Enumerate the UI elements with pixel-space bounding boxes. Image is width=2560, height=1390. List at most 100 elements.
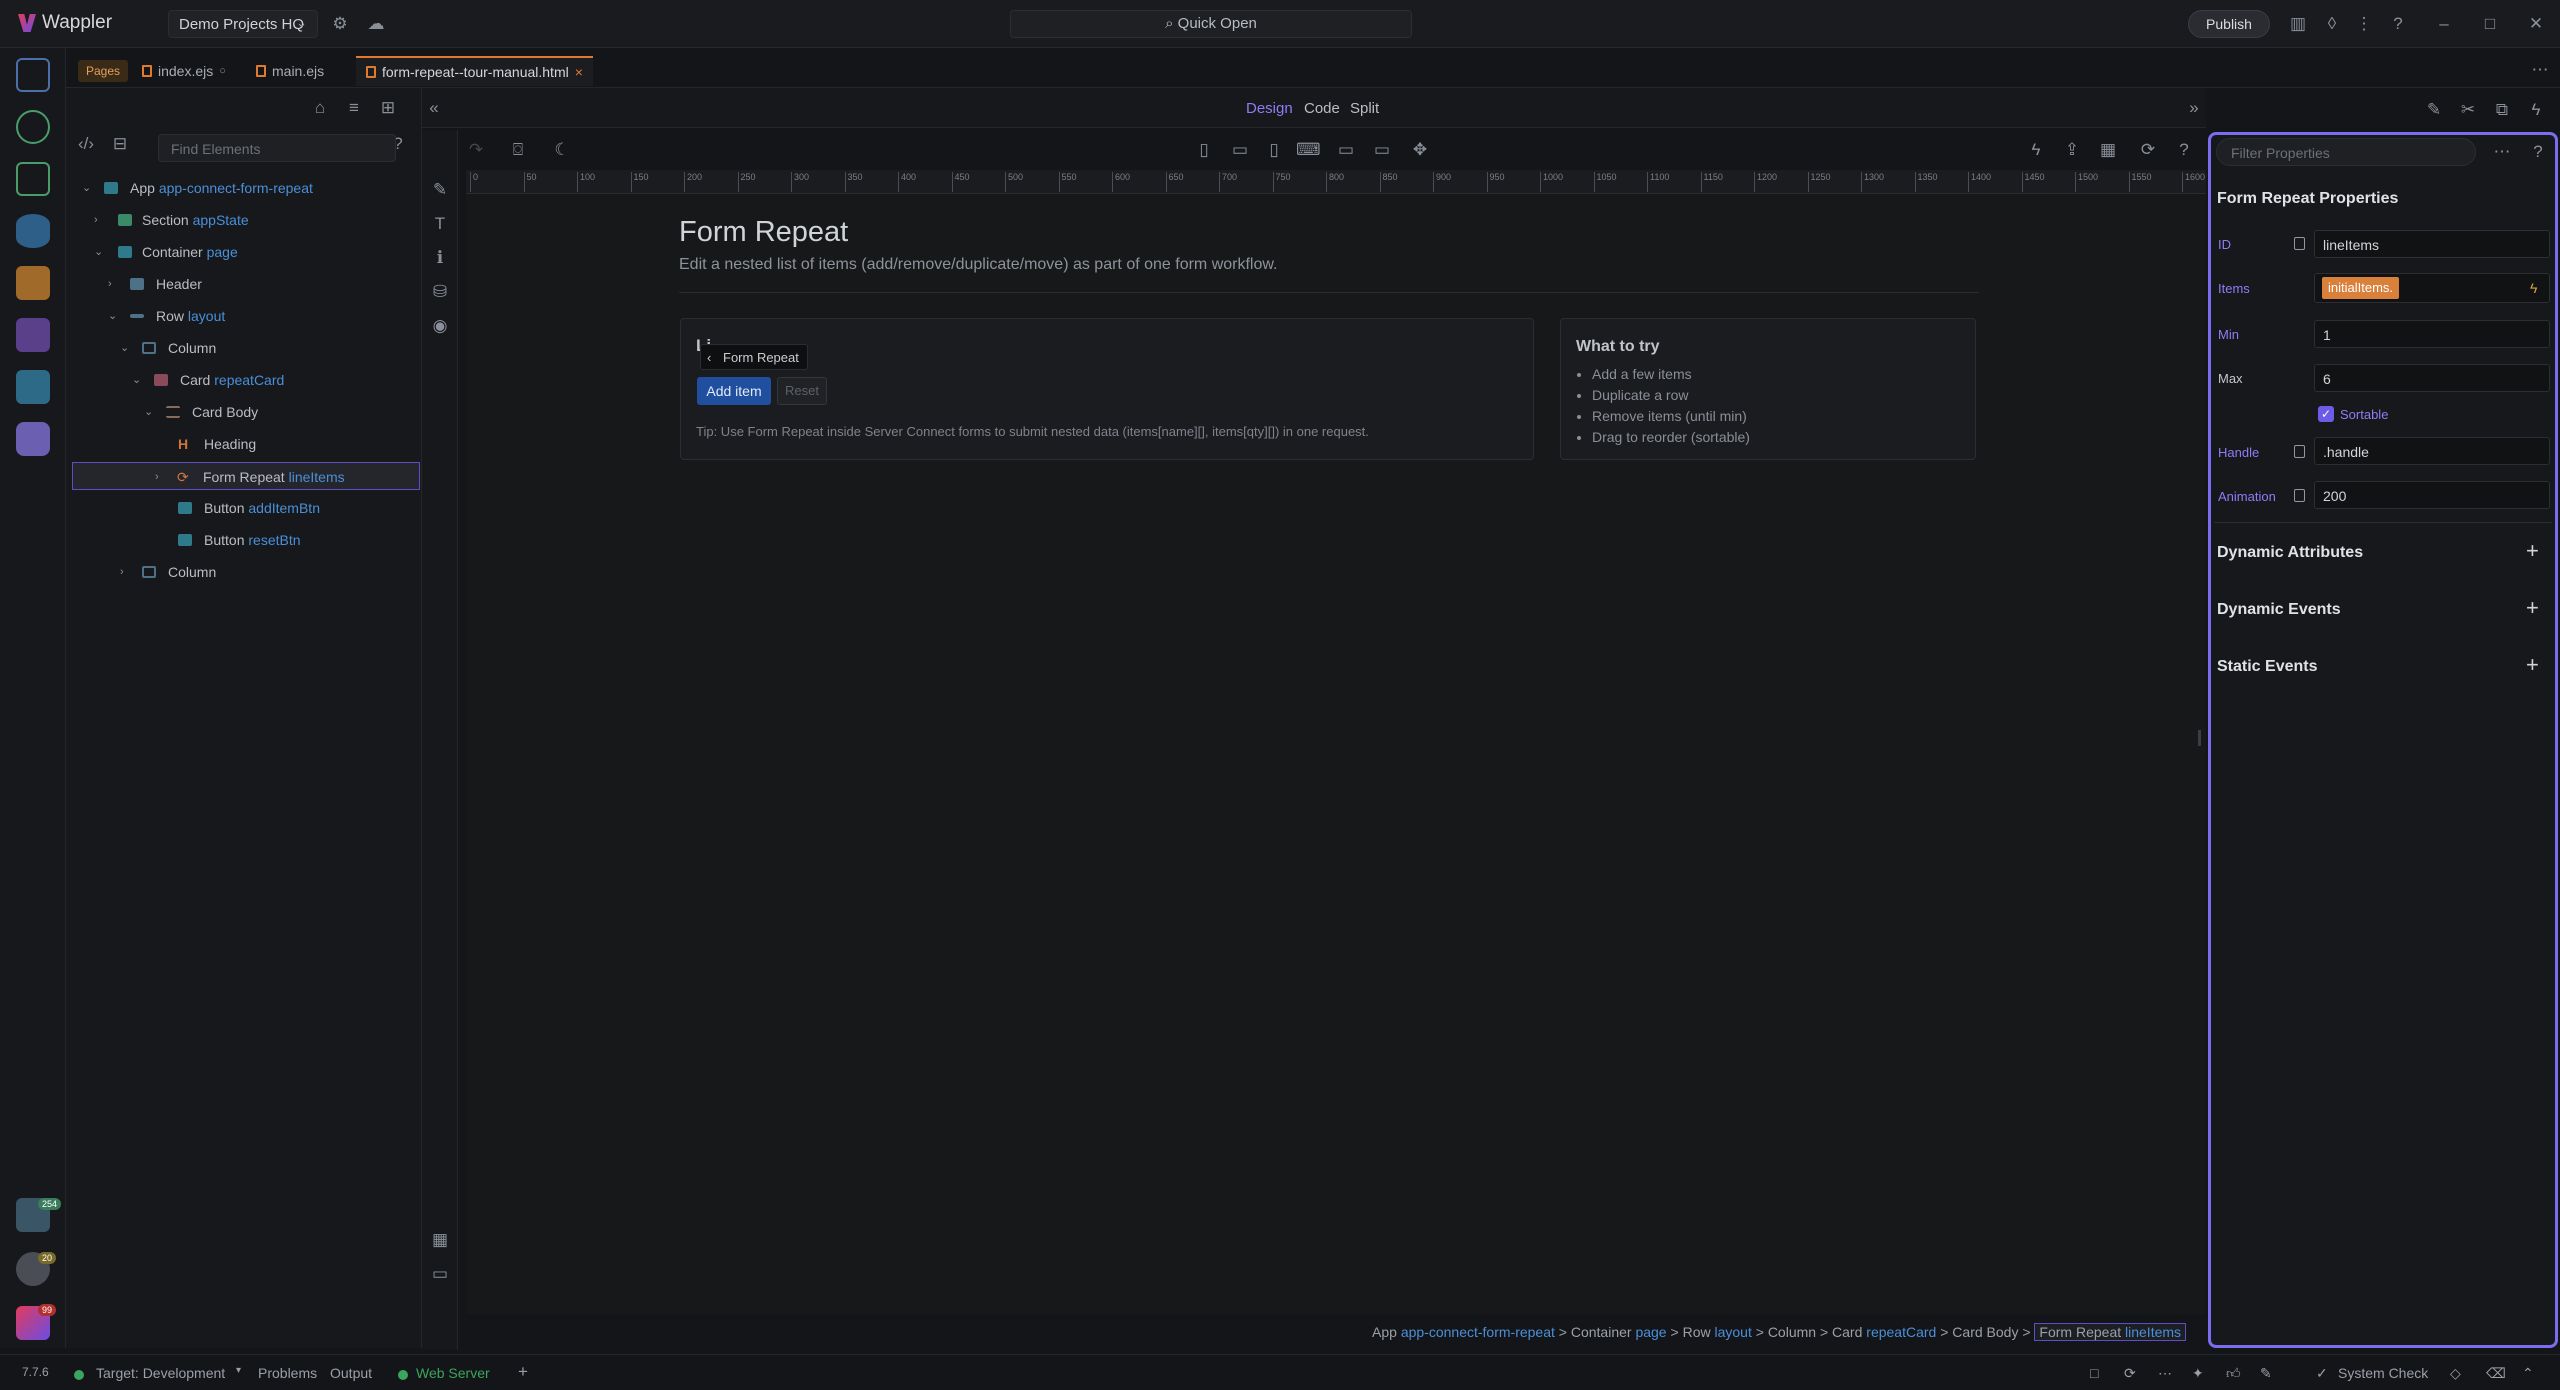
tree-row-form-repeat[interactable]: › ⟳ Form Repeat lineItems (72, 462, 420, 490)
tree-structure-icon[interactable]: ⊞ (376, 96, 400, 120)
tree-row-row[interactable]: ⌄ Row layout (72, 302, 420, 330)
properties-edit-icon[interactable]: ✎ (2422, 98, 2446, 122)
publish-button[interactable]: Publish (2188, 10, 2270, 38)
tree-row-section[interactable]: › Section appState (72, 206, 420, 234)
more-vertical-icon[interactable]: ⋮ (2352, 12, 2376, 36)
device-wide-icon[interactable]: ▭ (1370, 138, 1394, 162)
items-expression-chip[interactable]: initialItems. (2322, 277, 2400, 299)
add-dynamic-event-icon[interactable]: + (2526, 595, 2539, 621)
api-signpost-icon[interactable] (16, 266, 50, 300)
maximize-icon[interactable]: □ (2478, 12, 2502, 36)
device-mobile-landscape-icon[interactable]: ▭ (1228, 138, 1252, 162)
workflow-icon[interactable] (16, 162, 50, 196)
bind-icon[interactable] (2294, 489, 2305, 502)
target-select[interactable]: Target: Development (96, 1365, 225, 1381)
chevron-down-icon[interactable]: ⌄ (132, 366, 141, 394)
help-icon[interactable]: ? (2386, 12, 2410, 36)
bind-icon[interactable] (2294, 445, 2305, 458)
share-icon[interactable]: ⇪ (2060, 138, 2084, 162)
chevron-down-icon[interactable]: ⌄ (94, 238, 103, 266)
tab-design[interactable]: Design (1246, 100, 1293, 117)
chevron-down-icon[interactable]: ⌄ (108, 302, 117, 330)
tab-form-repeat-tour[interactable]: form-repeat--tour-manual.html × (356, 56, 593, 86)
breadcrumb-item[interactable]: Container page (1571, 1324, 1667, 1340)
chevron-down-icon[interactable]: ⌄ (144, 398, 153, 426)
status-refresh-icon[interactable]: ⟳ (2124, 1365, 2136, 1382)
tree-row-card-body[interactable]: ⌄ Card Body (72, 398, 420, 426)
sortable-checkbox[interactable]: ✓ (2318, 406, 2334, 422)
tab-split[interactable]: Split (1350, 100, 1379, 117)
add-terminal-icon[interactable]: + (518, 1362, 528, 1382)
id-field[interactable]: lineItems (2314, 230, 2550, 258)
device-laptop-icon[interactable]: ⌨ (1296, 138, 1321, 162)
status-square-icon[interactable]: □ (2090, 1365, 2098, 1381)
device-desktop-icon[interactable]: ▭ (1334, 138, 1358, 162)
chevron-right-icon[interactable]: › (155, 463, 159, 491)
tree-row-app[interactable]: ⌄ App app-connect-form-repeat (72, 174, 420, 202)
quick-open-input[interactable]: ⌕ Quick Open (1010, 10, 1412, 38)
system-check-icon[interactable]: ✓ (2316, 1365, 2328, 1382)
design-tools-icon[interactable] (16, 318, 50, 352)
dynamic-data-bolt-icon[interactable]: ϟ (2530, 280, 2537, 296)
layout-toggle-icon[interactable]: ▥ (2286, 12, 2310, 36)
splitter-handle[interactable] (2198, 730, 2201, 746)
output-tab[interactable]: Output (330, 1365, 372, 1381)
add-item-button[interactable]: Add item (697, 377, 771, 405)
chevron-right-icon[interactable]: › (108, 270, 112, 298)
target-caret-icon[interactable]: ▾ (236, 1365, 241, 1376)
collapse-right-icon[interactable]: » (2182, 96, 2206, 120)
tab-main-ejs[interactable]: main.ejs (246, 56, 334, 86)
database-icon[interactable] (16, 214, 50, 248)
edit-pencil-icon[interactable]: ✎ (428, 178, 452, 202)
dark-mode-moon-icon[interactable]: ☾ (550, 138, 574, 162)
chevron-down-icon[interactable]: ⌄ (82, 174, 91, 202)
code-view-icon[interactable]: ‹/› (74, 132, 98, 156)
info-icon[interactable]: ℹ (428, 246, 452, 270)
tab-index-ejs[interactable]: index.ejs ○ (132, 56, 236, 86)
design-help-icon[interactable]: ? (2172, 138, 2196, 162)
problems-tab[interactable]: Problems (258, 1365, 317, 1381)
tree-row-heading[interactable]: H Heading (72, 430, 420, 458)
components-icon[interactable]: ⊟ (108, 132, 132, 156)
minimize-icon[interactable]: – (2432, 12, 2456, 36)
layers-icon[interactable] (16, 370, 50, 404)
tree-row-column-2[interactable]: › Column (72, 558, 420, 586)
add-static-event-icon[interactable]: + (2526, 652, 2539, 678)
collapse-left-icon[interactable]: « (422, 96, 446, 120)
tree-row-button-reset[interactable]: Button resetBtn (72, 526, 420, 554)
breadcrumb-item[interactable]: Card Body (1952, 1324, 2018, 1340)
pages-chip[interactable]: Pages (78, 60, 129, 82)
tree-row-button-add[interactable]: Button addItemBtn (72, 494, 420, 522)
status-more-icon[interactable]: ⋯ (2158, 1365, 2172, 1382)
grid-icon[interactable]: ▦ (428, 1228, 452, 1252)
cloud-icon[interactable]: ☁ (364, 12, 388, 36)
tabs-more-icon[interactable]: ⋯ (2528, 58, 2552, 82)
static-events-header[interactable]: Static Events (2217, 658, 2317, 676)
animation-field[interactable]: 200 (2314, 481, 2550, 509)
tree-cloud-icon[interactable]: ⌂ (308, 96, 332, 120)
dynamic-attributes-header[interactable]: Dynamic Attributes (2217, 544, 2363, 562)
reset-button[interactable]: Reset (777, 377, 827, 405)
status-ai-icon[interactable]: ✦ (2192, 1365, 2204, 1382)
paint-bucket-icon[interactable]: ⛁ (428, 280, 452, 304)
tree-row-header[interactable]: › Header (72, 270, 420, 298)
status-eraser-icon[interactable]: ◇ (2450, 1365, 2461, 1382)
chevron-down-icon[interactable]: ⌄ (120, 334, 129, 362)
theme-drop-icon[interactable]: ◊ (2320, 12, 2344, 36)
system-check-label[interactable]: System Check (2338, 1365, 2428, 1381)
text-tool-icon[interactable]: T (428, 212, 452, 236)
device-mobile-icon[interactable]: ▯ (1192, 138, 1216, 162)
tab-code[interactable]: Code (1304, 100, 1340, 117)
props-help-icon[interactable]: ? (2526, 140, 2550, 164)
chevron-right-icon[interactable]: › (120, 558, 124, 586)
find-elements-input[interactable]: Find Elements (158, 134, 396, 162)
close-tab-icon[interactable]: × (575, 57, 583, 87)
bind-icon[interactable] (2294, 237, 2305, 250)
status-trash-icon[interactable]: ⌫ (2486, 1365, 2506, 1382)
handle-field[interactable]: .handle (2314, 437, 2550, 465)
breadcrumb-item-current[interactable]: Form Repeat lineItems (2034, 1323, 2187, 1341)
tree-row-card[interactable]: ⌄ Card repeatCard (72, 366, 420, 394)
minus-box-icon[interactable]: ▭ (428, 1262, 452, 1286)
robot-ai-icon[interactable] (16, 422, 50, 456)
max-field[interactable]: 6 (2314, 364, 2550, 392)
